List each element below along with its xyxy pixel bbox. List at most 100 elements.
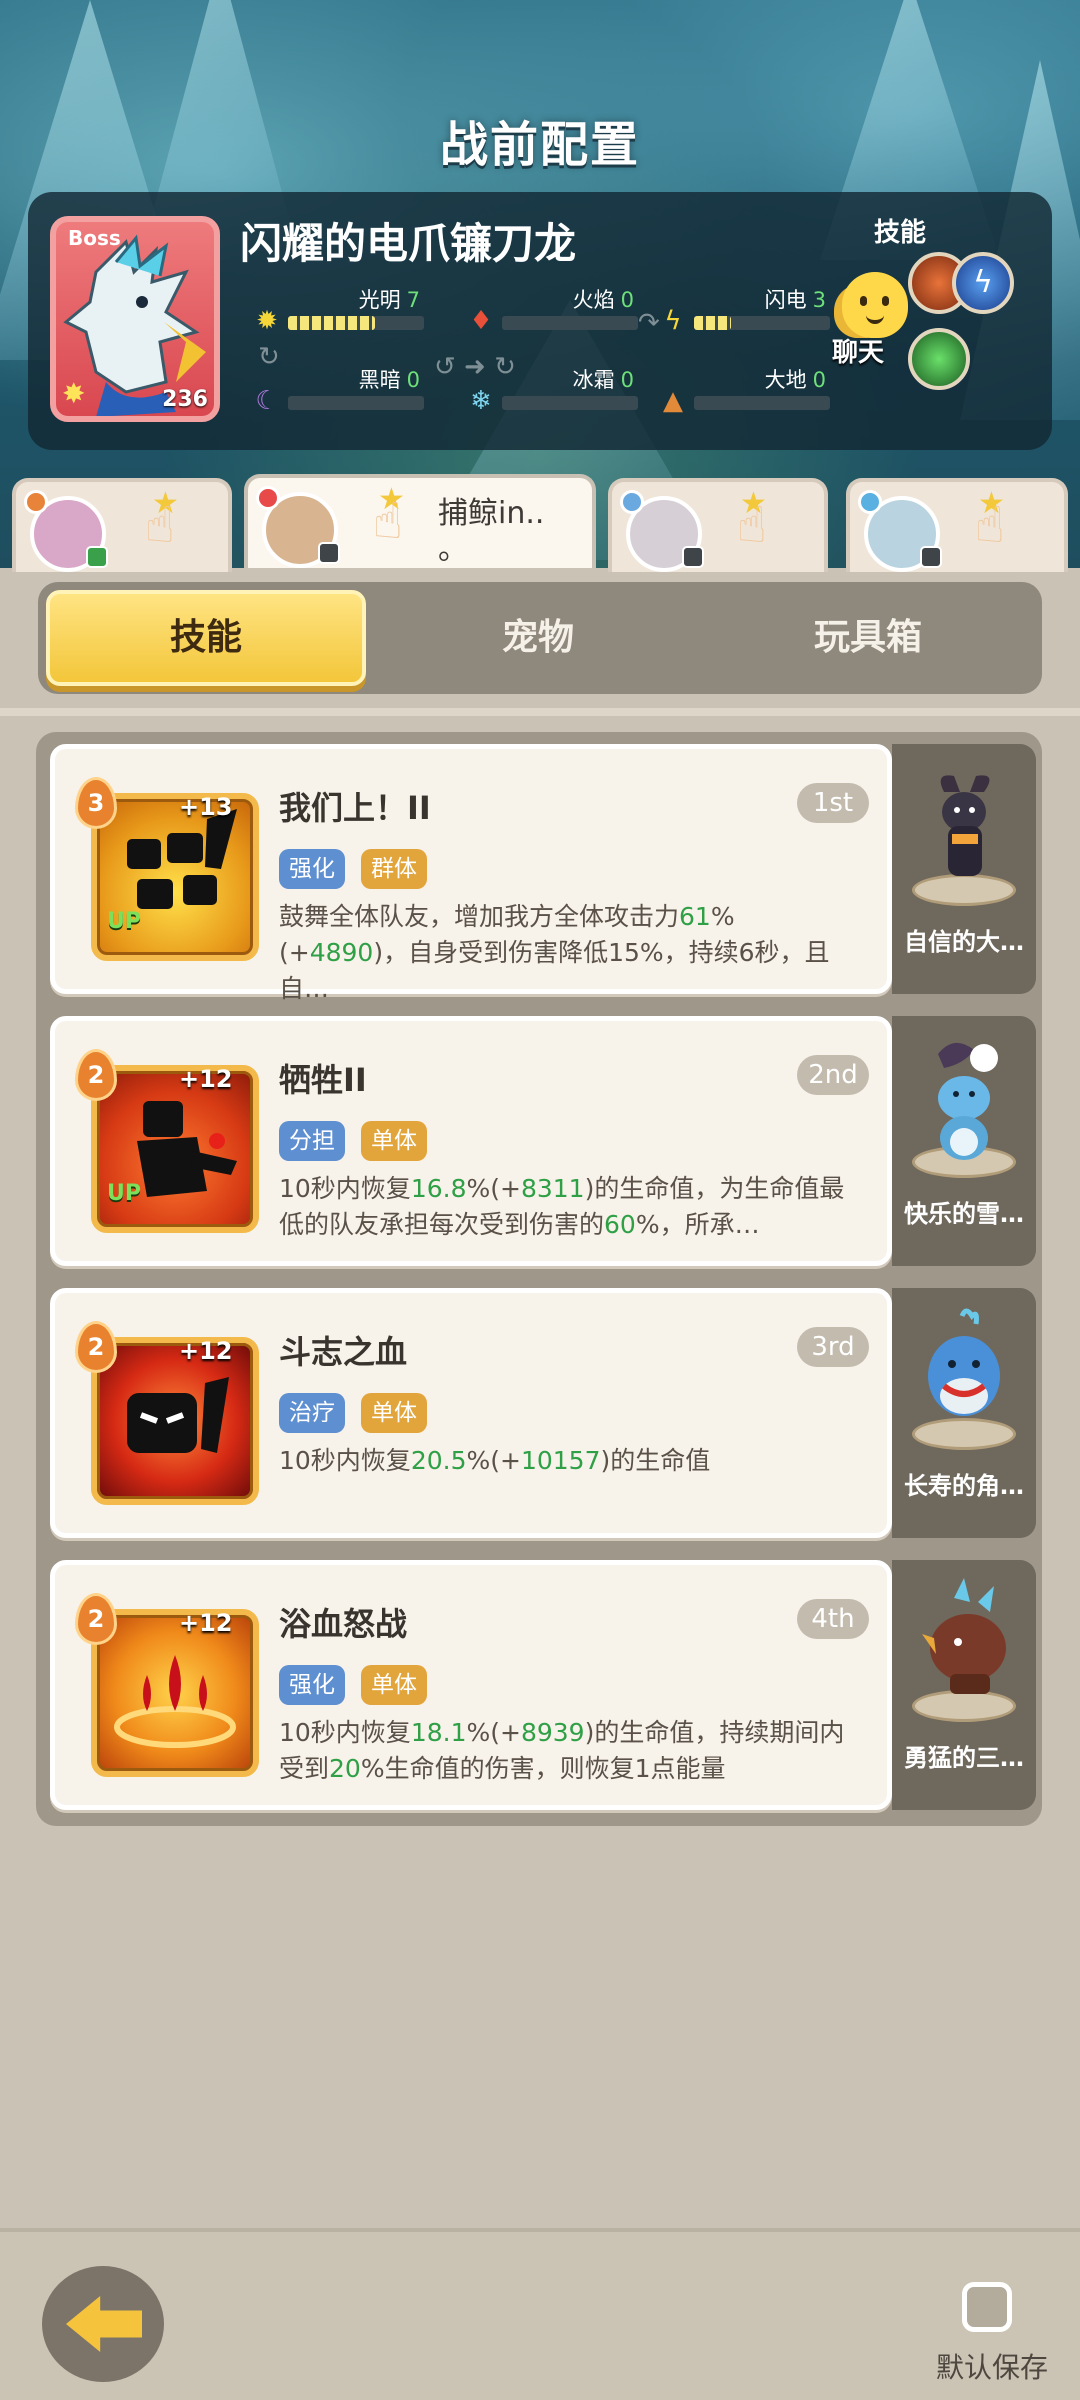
slot-pet-name-extra: 。 [438,532,468,567]
element-light: 光明 7 ✹ [252,284,472,344]
element-mark-icon [620,490,644,514]
cycle-arrow-icon: ↺ ➜ ↻ [434,352,516,382]
pet-card[interactable]: 勇猛的三… [892,1560,1036,1810]
highlight-value: 60 [604,1210,636,1239]
default-save-checkbox[interactable] [962,2282,1012,2332]
skill-tag: 治疗 [279,1393,345,1433]
skill-level-badge: 2 [75,1049,117,1101]
fighting-blood-skill-icon [91,1337,259,1505]
skill-rank: 1st [797,783,869,823]
highlight-value: 16.8 [410,1174,467,1203]
boss-info-panel: Boss ✸ 236 闪耀的电爪镰刀龙 光明 7 ✹ 火焰 0 ♦ 闪电 3 ϟ 黑暗… [28,192,1052,450]
skill-level-badge: 2 [75,1321,117,1373]
skill-card[interactable]: 2 +12 UP 牺牲II 2nd 分担 单体 10秒内恢复16.8%(+831… [50,1016,892,1266]
highlight-value: 61 [679,902,711,931]
skill-level-badge: 2 [75,1593,117,1645]
skill-card[interactable]: 2 +12 斗志之血 3rd 治疗 单体 10秒内恢复20.5%(+10157)… [50,1288,892,1538]
page-title: 战前配置 [439,117,640,173]
pet-name: 快乐的雪… [904,1200,1024,1228]
pet-card[interactable]: 长寿的角… [892,1288,1036,1538]
skill-card[interactable]: 2 +12 浴血怒战 4th 强化 单体 10秒内恢复18.1%(+8939)的… [50,1560,892,1810]
description-text: %生命值的伤害，则恢复1点能量 [360,1754,726,1783]
description-text: 10秒内恢复 [279,1174,411,1203]
slot-lock-icon [682,546,704,568]
skill-name: 斗志之血 [279,1333,408,1371]
back-arrow-icon [66,2296,142,2352]
pet-card[interactable]: 快乐的雪… [892,1016,1036,1266]
description-text: %，所承… [635,1210,760,1239]
description-text: 鼓舞全体队友，增加我方全体攻击力 [279,902,680,931]
pet-slot-2[interactable]: ★ ☝ 捕鲸in.. 。 [244,474,596,568]
cycle-arrow-icon: ↻ [258,342,280,372]
skill-description: 鼓舞全体队友，增加我方全体攻击力61%(+4890)，自身受到伤害降低15%，持… [279,899,859,1007]
element-mark-icon [256,486,280,510]
tap-hand-icon: ☝ [372,492,404,550]
description-text: 10秒内恢复 [279,1446,411,1475]
sun-icon: ✹ [256,306,278,336]
whale-pet-icon [928,1308,1000,1416]
highlight-value: 8311 [520,1174,585,1203]
bottom-bar: 默认保存 [0,2228,1080,2400]
triceratops-pet-icon [922,1578,1006,1694]
element-mark-icon [858,490,882,514]
moon-icon: ☾ [255,386,279,416]
skill-name: 我们上！II [279,789,431,827]
skill-rank: 3rd [797,1327,869,1367]
skill-tag: 单体 [361,1121,427,1161]
description-text: %(+ [466,1718,521,1747]
default-save-label: 默认保存 [936,2351,1049,2384]
chat-button[interactable]: 聊天 [818,272,918,372]
upgrade-tag: UP [107,1181,141,1206]
tap-hand-icon: ☝ [736,496,768,554]
pet-name: 长寿的角… [904,1472,1024,1500]
angry-face-icon [127,1377,229,1453]
tab-pets[interactable]: 宠物 [378,590,698,686]
skill-level-badge: 3 [75,777,117,829]
pet-slot-4[interactable]: ★ ☝ [846,478,1068,572]
description-text: )的生命值 [600,1446,711,1475]
skill-rank: 4th [797,1599,869,1639]
tap-hand-icon: ☝ [144,496,176,554]
skill-description: 10秒内恢复16.8%(+8311)的生命值，为生命值最低的队友承担每次受到伤害… [279,1171,859,1243]
highlight-value: 10157 [520,1446,601,1475]
pet-slot-1[interactable]: ★ ☝ [12,478,232,572]
boss-level: 236 [162,387,208,412]
description-text: %(+ [466,1446,521,1475]
skill-description: 10秒内恢复20.5%(+10157)的生命值 [279,1443,859,1479]
tab-toybox[interactable]: 玩具箱 [708,590,1028,686]
skill-rank: 2nd [797,1055,869,1095]
highlight-value: 18.1 [410,1718,467,1747]
pet-name: 自信的大… [904,928,1024,956]
slot-lock-icon [920,546,942,568]
back-button[interactable] [42,2266,164,2382]
upgrade-tag: UP [107,909,141,934]
lightning-skill-icon[interactable]: ϟ [952,252,1014,314]
blood-drops-icon [114,1655,236,1748]
rally-skill-icon [91,793,259,961]
highlight-value: 8939 [520,1718,585,1747]
boss-portrait[interactable]: Boss ✸ 236 [50,216,220,422]
skill-plus: +12 [179,1609,233,1637]
star-icon: ✸ [62,377,86,410]
skill-name: 牺牲II [279,1061,367,1099]
pet-slot-3[interactable]: ★ ☝ [608,478,828,572]
highlight-value: 4890 [309,938,374,967]
slot-lock-icon [86,546,108,568]
description-text: 10秒内恢复 [279,1718,411,1747]
highlight-value: 20.5 [410,1446,467,1475]
skill-description: 10秒内恢复18.1%(+8939)的生命值，持续期间内受到20%生命值的伤害，… [279,1715,859,1787]
pet-card[interactable]: 自信的大… [892,744,1036,994]
snow-pet-icon [938,1042,998,1160]
skill-card[interactable]: 3 +13 UP 我们上！II 1st 强化 群体 鼓舞全体队友，增加我方全体攻… [50,744,892,1003]
skill-tag: 强化 [279,849,345,889]
element-light-bar [288,316,376,330]
sacrifice-skill-icon [91,1065,259,1233]
boss-name: 闪耀的电爪镰刀龙 [240,219,577,268]
description-text: %(+ [466,1174,521,1203]
skill-plus: +12 [179,1337,233,1365]
element-mark-icon [24,490,48,514]
tab-skills[interactable]: 技能 [46,590,366,686]
tap-hand-icon: ☝ [974,496,1006,554]
pet-name: 勇猛的三… [904,1744,1024,1772]
category-tabs: 技能 宠物 玩具箱 [38,582,1042,694]
